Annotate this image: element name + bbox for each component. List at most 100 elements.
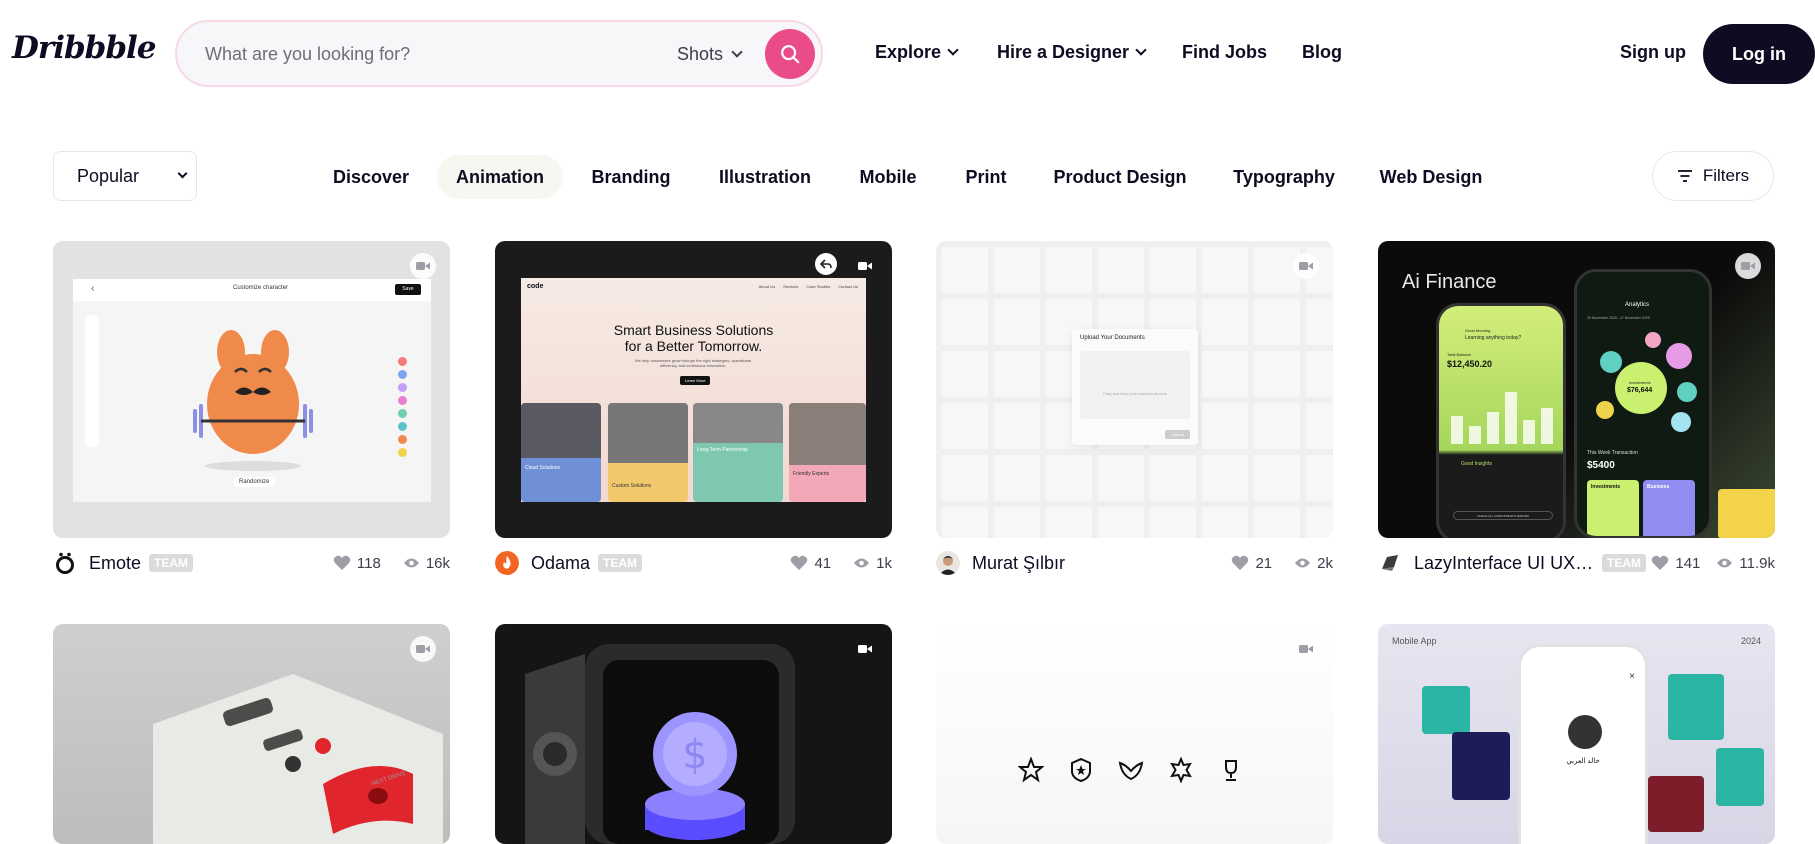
video-camera-icon [1299, 262, 1313, 270]
search-scope-label: Shots [677, 44, 724, 64]
nav-find-jobs-label: Find Jobs [1182, 42, 1267, 62]
emote-avatar-icon[interactable] [53, 551, 77, 575]
video-icon-badge [1293, 253, 1319, 279]
greeting: Good Morning [1465, 328, 1491, 333]
eye-icon [1295, 558, 1311, 568]
nav-blog-label: Blog [1302, 42, 1342, 62]
app-mockup: ‹ Customize character Save Randomize [73, 279, 431, 502]
like-count: 118 [356, 554, 381, 572]
mockup-title: Customize character [233, 285, 289, 291]
eye-icon [854, 558, 870, 568]
trophy-icon [1225, 760, 1237, 781]
shot-stats: 21 2k [1231, 555, 1333, 572]
view-count: 2k [1317, 554, 1333, 572]
filters-button[interactable]: Filters [1652, 151, 1774, 201]
video-icon-badge [852, 636, 878, 662]
author-name[interactable]: Emote [89, 553, 141, 574]
shot-thumbnail[interactable] [936, 624, 1333, 844]
shot-thumbnail[interactable]: Mobile App 2024 × خالد العربي [1378, 624, 1775, 844]
phone-mockup-right: Analytics 20 November 2025 - 27 November… [1574, 269, 1712, 538]
odama-avatar-icon[interactable] [495, 551, 519, 575]
author-name[interactable]: Odama [531, 553, 590, 574]
heart-icon[interactable] [333, 555, 351, 571]
heart-icon[interactable] [1651, 555, 1669, 571]
bubble-value: $76,644 [1627, 387, 1653, 394]
tab-product-design[interactable]: Product Design [1048, 155, 1192, 199]
log-in-button[interactable]: Log in [1703, 24, 1815, 84]
heart-icon[interactable] [1231, 555, 1249, 571]
tab-branding[interactable]: Branding [583, 155, 679, 199]
headline-line-2: for a Better Tomorrow. [624, 338, 763, 354]
tab-discover[interactable]: Discover [326, 155, 416, 199]
mockup-menu: About Us Services Case Studies Contact U… [759, 284, 858, 289]
author-name[interactable]: Murat Şılbır [972, 553, 1065, 574]
nav-hire-a-designer[interactable]: Hire a Designer [997, 42, 1147, 63]
lazyinterface-avatar-icon[interactable] [1378, 551, 1402, 575]
sort-dropdown[interactable]: Popular [53, 151, 197, 201]
eye-icon [1717, 558, 1733, 568]
mockup-tile: Cloud Solutions [521, 403, 601, 502]
nav-explore-label: Explore [875, 42, 942, 62]
chevron-down-icon [177, 168, 188, 179]
mockup-headline: Smart Business Solutions for a Better To… [521, 322, 866, 354]
mockup-header: ‹ Customize character Save [73, 279, 431, 301]
corner-label: Mobile App [1392, 636, 1437, 646]
svg-text:$: $ [682, 732, 707, 778]
tab-animation[interactable]: Animation [437, 155, 563, 199]
video-icon-badge [1293, 636, 1319, 662]
video-camera-icon [858, 262, 872, 270]
tab-illustration[interactable]: Illustration [710, 155, 820, 199]
floating-card [1668, 674, 1724, 740]
search-bar[interactable]: What are you looking for? Shots [175, 20, 823, 87]
profile-name: خالد العربي [1566, 758, 1600, 765]
shot-thumbnail[interactable]: Upload Your Documents Drag and drop your… [936, 241, 1333, 538]
video-camera-icon [416, 645, 430, 653]
tab-typography[interactable]: Typography [1226, 155, 1342, 199]
like-count: 41 [814, 554, 832, 572]
view-count: 16k [425, 554, 450, 572]
shot-meta: Murat Şılbır 21 2k [936, 548, 1333, 578]
search-input[interactable]: What are you looking for? [205, 44, 410, 65]
back-icon: ‹ [91, 283, 95, 294]
tile-label: Cloud Solutions [525, 465, 561, 471]
author-name[interactable]: LazyInterface UI UX ... [1414, 553, 1594, 574]
video-icon-badge [410, 253, 436, 279]
star-outline-icon [1018, 757, 1044, 783]
floating-card [1648, 776, 1704, 832]
shot-thumbnail[interactable]: NEXT DRIVE [53, 624, 450, 844]
shot-thumbnail[interactable]: ‹ Customize character Save Randomize [53, 241, 450, 538]
tab-mobile[interactable]: Mobile [851, 155, 925, 199]
shot-thumbnail[interactable]: $ [495, 624, 892, 844]
upload-dialog: Upload Your Documents Drag and drop your… [1072, 329, 1198, 445]
close-icon: × [1629, 671, 1635, 682]
tab-web-design[interactable]: Web Design [1374, 155, 1488, 199]
chevron-down-icon [1135, 44, 1147, 56]
mockup-tile: Long-Term Partnership [693, 403, 783, 502]
shot-thumbnail[interactable]: code About Us Services Case Studies Cont… [495, 241, 892, 538]
tab-print[interactable]: Print [956, 155, 1016, 199]
nav-blog[interactable]: Blog [1302, 42, 1342, 63]
video-icon-badge [410, 636, 436, 662]
nav-explore[interactable]: Explore [875, 42, 959, 63]
heart-icon[interactable] [790, 555, 808, 571]
sign-up-link[interactable]: Sign up [1620, 42, 1686, 63]
nav-find-jobs[interactable]: Find Jobs [1182, 42, 1267, 63]
shot-meta: Odama TEAM 41 1k [495, 548, 892, 578]
color-palette [398, 357, 407, 457]
video-camera-icon [1741, 262, 1755, 270]
date-range: 20 November 2025 - 27 November 2025 [1587, 316, 1650, 320]
murat-avatar-icon[interactable] [936, 551, 960, 575]
icon-set [1018, 757, 1244, 783]
shield-star-icon [1071, 757, 1091, 783]
search-scope-dropdown[interactable]: Shots [677, 44, 743, 65]
greeting-question: Learning anything today? [1465, 335, 1522, 341]
shot-thumbnail[interactable]: Ai Finance Good Morning Learning anythin… [1378, 241, 1775, 538]
nav-hire-label: Hire a Designer [997, 42, 1130, 62]
mockup-menu-item: Contact Us [838, 284, 858, 289]
dribbble-logo[interactable]: Dribbble [12, 30, 157, 66]
card-label: Business [1647, 484, 1670, 490]
shot-stats: 41 1k [790, 555, 892, 572]
mockup-menu-item: Case Studies [806, 284, 831, 289]
device-illustration [153, 674, 443, 844]
search-button[interactable] [765, 29, 815, 79]
